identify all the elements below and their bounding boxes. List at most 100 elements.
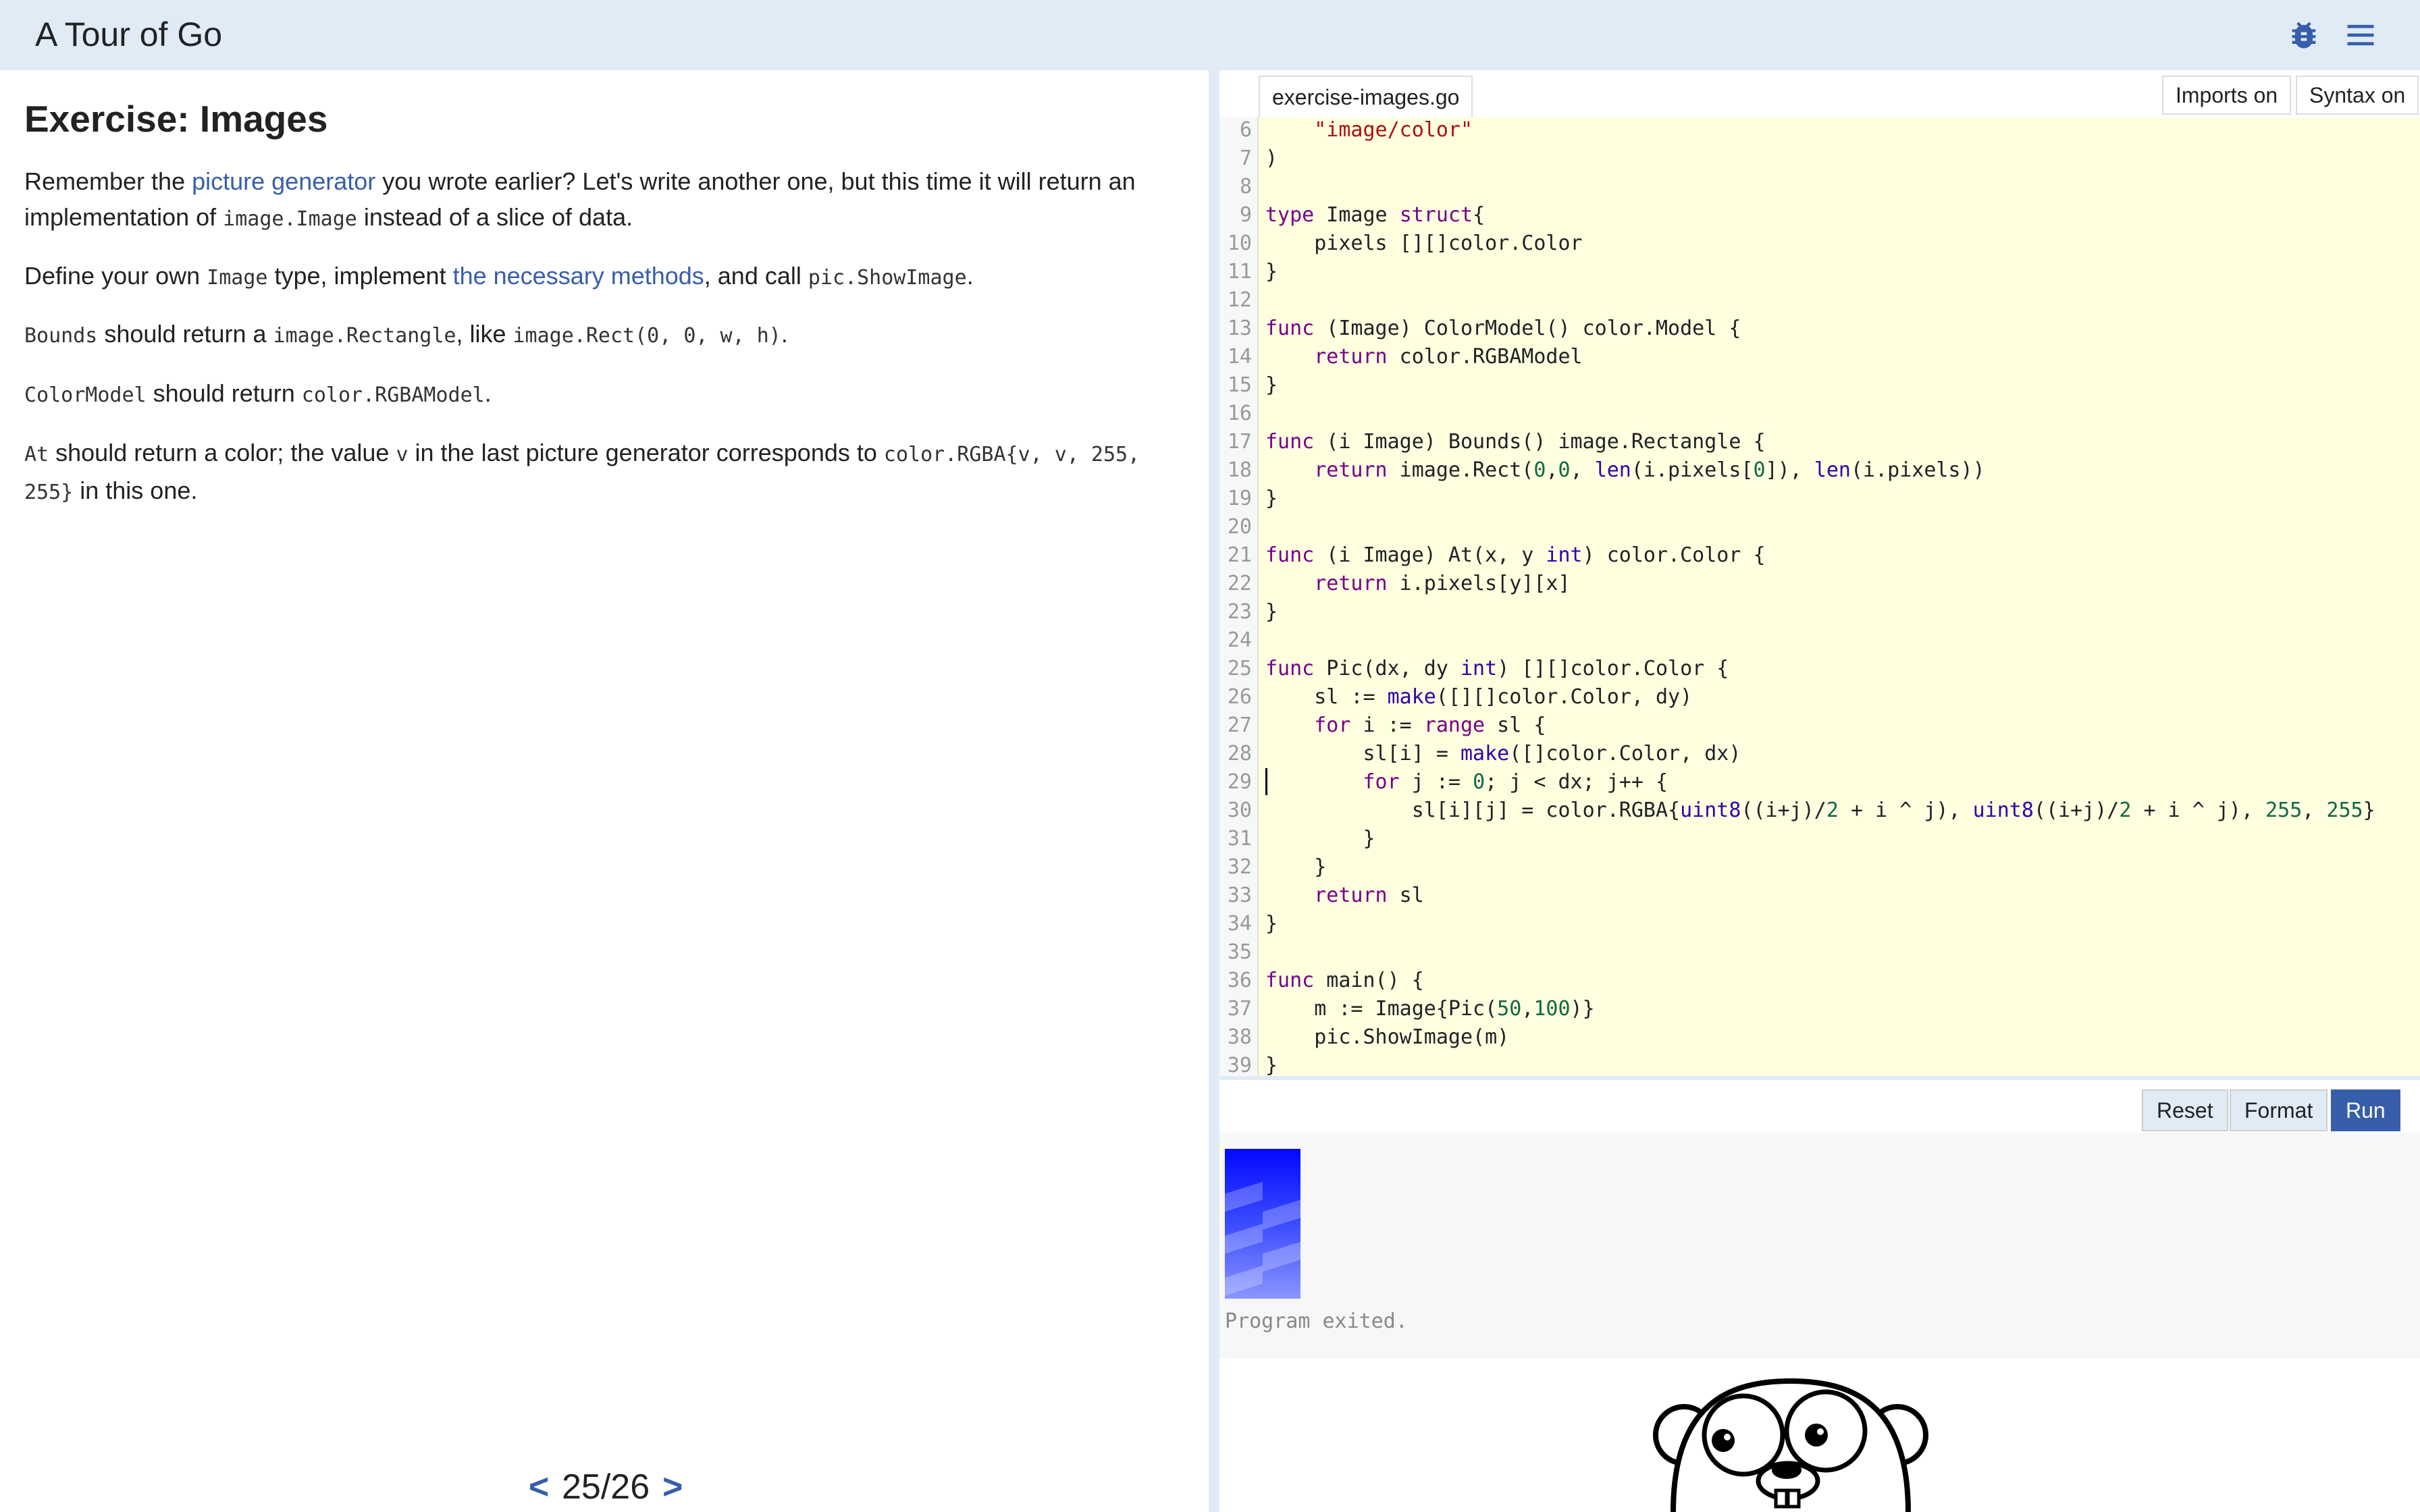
lesson-paragraph-1: Remember the picture generator you wrote… (24, 163, 1145, 237)
code-line[interactable]: 29 for j := 0; j < dx; j++ { (1219, 768, 2420, 796)
line-number: 10 (1227, 232, 1252, 255)
necessary-methods-link[interactable]: the necessary methods (453, 262, 704, 290)
code-line[interactable]: 7) (1219, 144, 2420, 173)
code-text: "image/color" (1314, 118, 1473, 142)
line-number: 6 (1239, 118, 1252, 142)
text: should return a (97, 320, 273, 348)
code-line[interactable]: 21 func (i Image) At(x, y int) color.Colo… (1219, 541, 2420, 570)
inline-code: ColorModel (24, 383, 147, 407)
code-line[interactable]: 31 } (1219, 825, 2420, 853)
code-line[interactable]: 16 (1219, 400, 2420, 428)
file-tab-bar: exercise-images.go Imports on Syntax on (1219, 70, 2420, 117)
syntax-toggle-button[interactable]: Syntax on (2296, 76, 2419, 115)
line-number: 27 (1227, 713, 1252, 737)
code-line[interactable]: 36 func main() { (1219, 967, 2420, 995)
inline-code: Image (207, 266, 268, 290)
pane-divider[interactable] (1209, 70, 1219, 1512)
top-bar: A Tour of Go (0, 0, 2420, 70)
code-text: type Image struct{ (1265, 203, 1485, 227)
inline-code: color.RGBAModel (301, 383, 485, 407)
code-line[interactable]: 26 sl := make([][]color.Color, dy) (1219, 683, 2420, 711)
code-line[interactable]: 17 func (i Image) Bounds() image.Rectangl… (1219, 428, 2420, 456)
text: . (484, 379, 492, 407)
code-line[interactable]: 10 pixels [][]color.Color (1219, 230, 2420, 258)
line-number: 36 (1227, 969, 1252, 992)
text: should return (146, 379, 302, 407)
line-number: 32 (1227, 855, 1252, 879)
code-line[interactable]: 35 (1219, 938, 2420, 967)
code-line[interactable]: 27 for i := range sl { (1219, 711, 2420, 740)
code-line[interactable]: 8 (1219, 173, 2420, 201)
code-line[interactable]: 6 "image/color" (1219, 117, 2420, 144)
code-editor[interactable]: 6 "image/color" 7) 8 9 type Image struct{10 … (1219, 117, 2420, 1076)
code-text: } (1265, 1054, 1278, 1076)
code-line[interactable]: 39} (1219, 1052, 2420, 1076)
imports-toggle-button[interactable]: Imports on (2162, 76, 2292, 115)
code-line[interactable]: 22 return i.pixels[y][x] (1219, 570, 2420, 598)
inline-code: At (24, 443, 49, 466)
code-text: return sl (1314, 884, 1424, 907)
code-line[interactable]: 9 type Image struct{ (1219, 201, 2420, 230)
line-number: 33 (1227, 884, 1252, 907)
code-line[interactable]: 33 return sl (1219, 882, 2420, 910)
code-line[interactable]: 12 (1219, 286, 2420, 315)
editor-pane: exercise-images.go Imports on Syntax on … (1219, 70, 2420, 1512)
code-line[interactable]: 34} (1219, 910, 2420, 938)
prev-page-button[interactable]: < (520, 1463, 558, 1511)
line-number: 25 (1227, 657, 1252, 680)
next-page-button[interactable]: > (654, 1463, 691, 1511)
run-button[interactable]: Run (2331, 1089, 2400, 1131)
code-line[interactable]: 15} (1219, 371, 2420, 400)
code-line[interactable]: 19} (1219, 485, 2420, 513)
code-line[interactable]: 38 pic.ShowImage(m) (1219, 1023, 2420, 1052)
reset-button[interactable]: Reset (2142, 1089, 2228, 1131)
code-line[interactable]: 28 sl[i] = make([]color.Color, dx) (1219, 740, 2420, 768)
line-number: 15 (1227, 373, 1252, 397)
format-button[interactable]: Format (2230, 1089, 2328, 1131)
bug-icon[interactable] (2286, 18, 2321, 53)
line-number: 38 (1227, 1025, 1252, 1049)
lesson-paragraph-4: ColorModel should return color.RGBAModel… (24, 375, 1145, 413)
code-line[interactable]: 24 (1219, 626, 2420, 655)
code-line[interactable]: 13 func (Image) ColorModel() color.Model … (1219, 315, 2420, 343)
code-text: return i.pixels[y][x] (1314, 572, 1571, 595)
program-exited-text: Program exited. (1225, 1310, 1408, 1333)
inline-code: image.Rect(0, 0, w, h) (512, 324, 781, 348)
lesson-paragraph-5: At should return a color; the value v in… (24, 435, 1145, 510)
line-number: 24 (1227, 628, 1252, 652)
code-text: pixels [][]color.Color (1265, 232, 1583, 255)
line-number: 30 (1227, 799, 1252, 822)
inline-code: v (396, 443, 409, 466)
text: Remember the (24, 167, 192, 195)
text: Define your own (24, 262, 207, 290)
code-text: func main() { (1265, 969, 1424, 992)
text: , and call (704, 262, 808, 290)
inline-code: pic.ShowImage (808, 266, 967, 290)
text-cursor (1265, 768, 1267, 795)
code-line[interactable]: 11} (1219, 258, 2420, 286)
inline-code: Bounds (24, 324, 98, 348)
line-number: 18 (1227, 458, 1252, 482)
code-line[interactable]: 20 (1219, 513, 2420, 541)
code-line[interactable]: 14 return color.RGBAModel (1219, 343, 2420, 371)
app-title[interactable]: A Tour of Go (35, 15, 222, 54)
code-line[interactable]: 37 m := Image{Pic(50,100)} (1219, 995, 2420, 1023)
code-text: } (1265, 487, 1278, 510)
code-text: } (1265, 600, 1278, 624)
picture-generator-link[interactable]: picture generator (192, 167, 375, 195)
file-tab-exercise-images[interactable]: exercise-images.go (1259, 76, 1473, 117)
line-number: 13 (1227, 317, 1252, 340)
code-text: func (i Image) Bounds() image.Rectangle … (1265, 430, 1766, 454)
code-text: func Pic(dx, dy int) [][]color.Color { (1265, 657, 1729, 680)
code-line[interactable]: 23} (1219, 598, 2420, 626)
page-counter: 25/26 (562, 1467, 650, 1507)
code-line[interactable]: 18 return image.Rect(0,0, len(i.pixels[0… (1219, 456, 2420, 485)
code-line[interactable]: 32 } (1219, 853, 2420, 882)
code-line[interactable]: 25 func Pic(dx, dy int) [][]color.Color { (1219, 655, 2420, 683)
line-number: 31 (1227, 827, 1252, 850)
code-text: return color.RGBAModel (1314, 345, 1583, 369)
line-number: 20 (1227, 515, 1252, 539)
code-text: for i := range sl { (1314, 713, 1546, 737)
code-line[interactable]: 30 sl[i][j] = color.RGBA{uint8((i+j)/2 +… (1219, 796, 2420, 825)
hamburger-menu-icon[interactable] (2343, 18, 2378, 53)
